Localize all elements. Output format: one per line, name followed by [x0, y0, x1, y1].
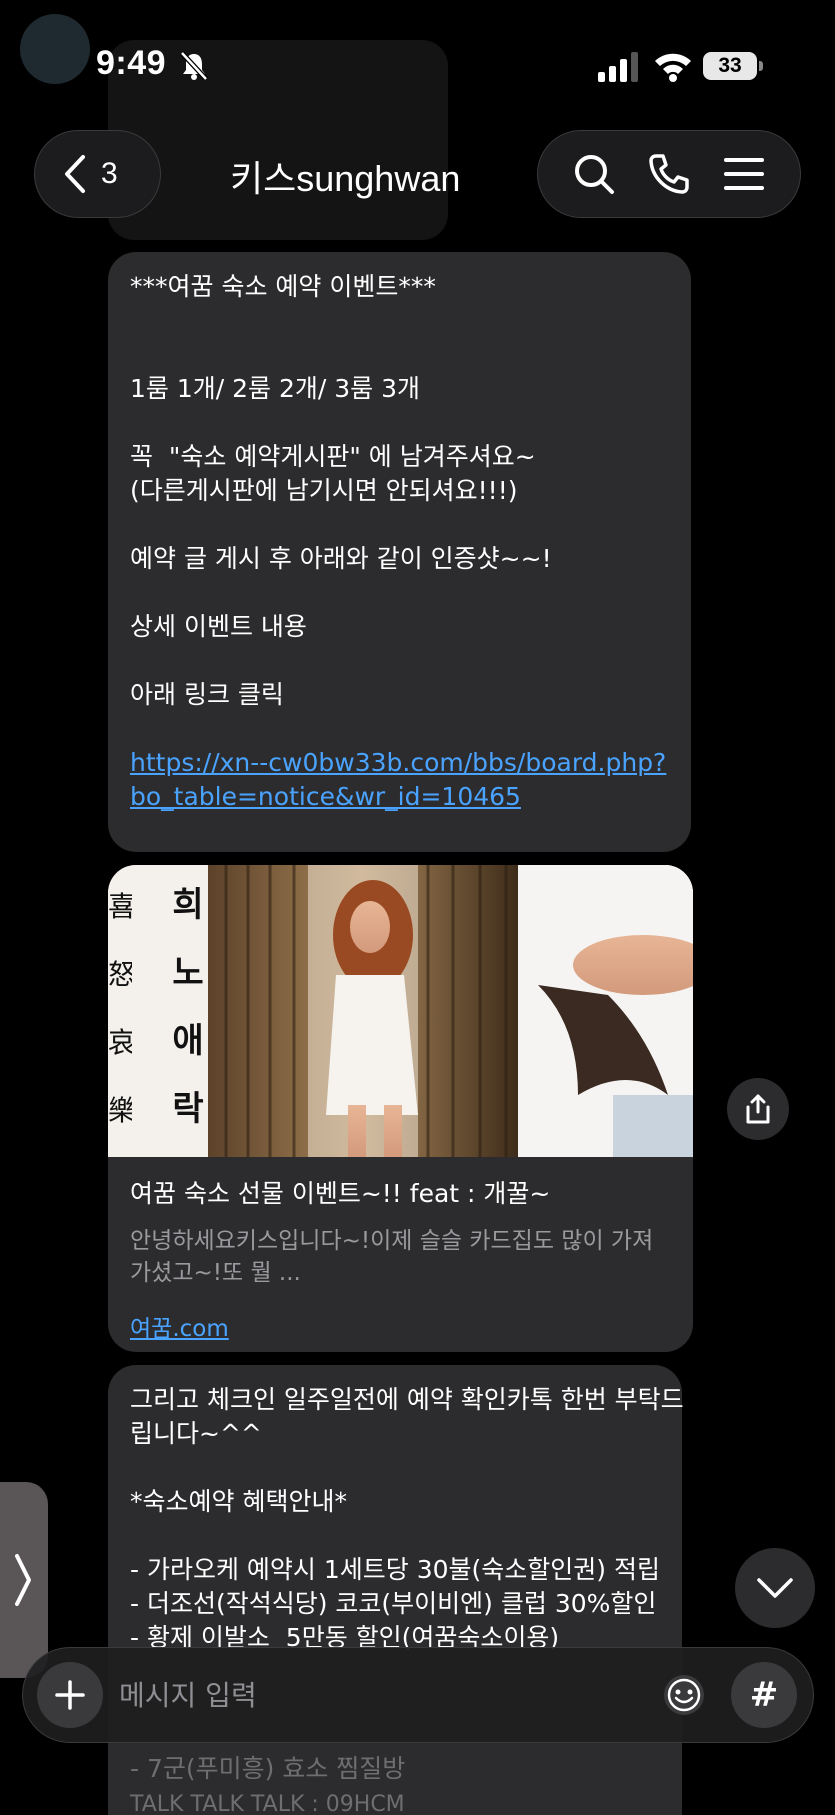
message-line: 아래 링크 클릭 — [130, 680, 284, 709]
message-line: ***여꿈 숙소 예약 이벤트*** — [130, 272, 436, 301]
plus-icon — [55, 1680, 85, 1710]
message-line — [130, 508, 669, 542]
message-line — [130, 712, 669, 746]
search-icon[interactable] — [572, 152, 616, 196]
message-line — [130, 304, 669, 338]
chevron-left-icon — [65, 155, 85, 193]
cellular-signal-icon — [598, 52, 638, 82]
message-bubble-benefits[interactable]: 그리고 체크인 일주일전에 예약 확인카톡 한번 부탁드 립니다~^^ *숙소예… — [108, 1365, 684, 1815]
chevron-down-icon — [757, 1578, 793, 1598]
link-preview-domain[interactable]: 여꿈.com — [130, 1309, 229, 1343]
message-line — [130, 644, 669, 678]
smiley-icon — [664, 1675, 704, 1715]
message-line: 예약 글 게시 후 아래와 같이 인증샷~~! — [130, 544, 552, 573]
link-preview-image: 喜 怒 哀 樂 희 노 애 락 — [108, 865, 693, 1157]
unread-count: 3 — [101, 157, 118, 190]
share-icon — [746, 1094, 770, 1124]
share-button[interactable] — [727, 1078, 789, 1140]
hashtag-icon: # — [749, 1675, 779, 1715]
message-bubble-event[interactable]: ***여꿈 숙소 예약 이벤트*** 1룸 1개/ 2룸 2개/ 3룸 3개 꼭… — [108, 252, 691, 852]
battery-level: 33 — [703, 52, 757, 80]
image-chinese-characters: 喜 怒 哀 樂 — [108, 890, 132, 1127]
status-bar: 9:49 33 — [0, 0, 835, 120]
scroll-to-bottom-button[interactable] — [735, 1548, 815, 1628]
phone-call-icon[interactable] — [647, 152, 691, 196]
message-line — [130, 406, 669, 440]
message-line — [130, 1451, 660, 1485]
status-time: 9:49 — [96, 44, 167, 82]
battery-icon: 33 — [703, 52, 763, 80]
attach-button[interactable] — [37, 1662, 103, 1728]
header-actions — [537, 130, 801, 218]
wifi-icon — [655, 53, 691, 82]
message-line: 립니다~^^ — [130, 1419, 262, 1448]
message-line — [130, 338, 669, 372]
message-input[interactable] — [119, 1666, 659, 1724]
message-line-obscured: TALK TALK TALK : 09HCM — [130, 1792, 405, 1815]
side-drawer-tab[interactable] — [0, 1482, 48, 1678]
event-link[interactable]: https://xn--cw0bw33b.com/bbs/board.php? — [130, 746, 669, 780]
emoji-button[interactable] — [655, 1666, 713, 1724]
message-line: 그리고 체크인 일주일전에 예약 확인카톡 한번 부탁드 — [130, 1385, 684, 1414]
event-link-continued[interactable]: bo_table=notice&wr_id=10465 — [130, 780, 669, 814]
message-line: - 가라오케 예약시 1세트당 30불(숙소할인권) 적립 — [130, 1555, 660, 1584]
message-composer: # — [22, 1647, 814, 1743]
chevron-right-icon — [15, 1554, 31, 1606]
hashtag-button[interactable]: # — [731, 1662, 797, 1728]
message-line-obscured: - 7군(푸미흥) 효소 찜질방 — [130, 1754, 406, 1783]
message-line: 1룸 1개/ 2룸 2개/ 3룸 3개 — [130, 374, 421, 403]
back-button[interactable]: 3 — [34, 130, 161, 218]
message-line — [130, 576, 669, 610]
message-line: (다른게시판에 남기시면 안되셔요!!!) — [130, 476, 518, 505]
bell-muted-icon — [180, 51, 208, 81]
menu-icon[interactable] — [722, 152, 766, 196]
message-line: *숙소예약 혜택안내* — [130, 1487, 347, 1516]
link-preview-card[interactable]: 喜 怒 哀 樂 희 노 애 락 여꿈 숙소 선물 이벤트~!! feat : 개… — [108, 865, 693, 1352]
chat-title: 키스sunghwan — [230, 158, 461, 199]
message-line: - 더조선(작석식당) 코코(부이비엔) 클럽 30%할인 — [130, 1589, 657, 1618]
link-preview-description: 안녕하세요키스입니다~!이제 슬슬 카드집도 많이 가져가셨고~!또 뭘 ... — [130, 1228, 654, 1286]
image-korean-characters: 희 노 애 락 — [172, 885, 204, 1129]
message-line — [130, 1519, 660, 1553]
message-line: 상세 이벤트 내용 — [130, 612, 307, 641]
link-preview-title: 여꿈 숙소 선물 이벤트~!! feat : 개꿀~ — [130, 1179, 551, 1208]
message-line: 꼭 "숙소 예약게시판" 에 남겨주셔요~ — [130, 442, 536, 471]
